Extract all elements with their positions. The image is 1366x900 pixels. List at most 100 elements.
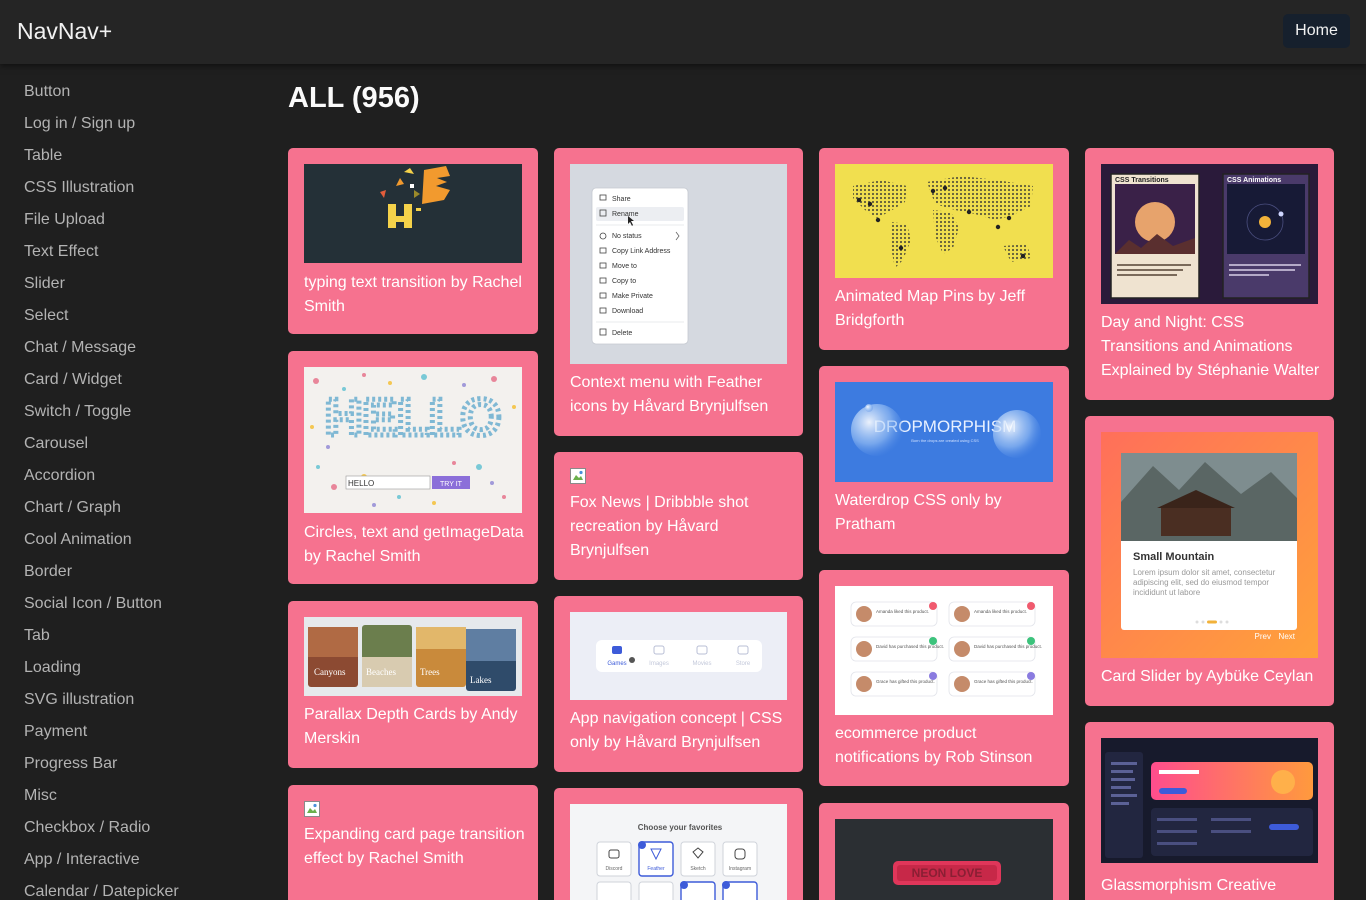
snippet-card[interactable]: Canyons Beaches Trees Lakes Parallax Dep… bbox=[288, 601, 538, 768]
svg-text:Born the drops are created usi: Born the drops are created using CSS bbox=[911, 438, 979, 443]
card-thumbnail: NEON LOVE bbox=[835, 819, 1053, 900]
snippet-card[interactable]: Fox News | Dribbble shot recreation by H… bbox=[554, 452, 803, 580]
sidebar-item-misc[interactable]: Misc bbox=[24, 787, 57, 805]
svg-text:TRY IT: TRY IT bbox=[440, 481, 463, 488]
sidebar-item-switch[interactable]: Switch / Toggle bbox=[24, 403, 131, 421]
card-title: ecommerce product notifications by Rob S… bbox=[835, 725, 1033, 766]
card-thumbnail: CSS Transitions CSS Animations bbox=[1101, 164, 1318, 304]
svg-text:Trees: Trees bbox=[420, 667, 440, 677]
svg-text:Beaches: Beaches bbox=[366, 667, 396, 677]
card-thumbnail: DROPMORPHISM Born the drops are created … bbox=[835, 382, 1053, 482]
snippet-card[interactable]: Amanda liked this product. Amanda liked t… bbox=[819, 570, 1069, 786]
svg-text:Download: Download bbox=[612, 308, 643, 315]
sidebar-item-text-effect[interactable]: Text Effect bbox=[24, 243, 98, 261]
sidebar-item-app[interactable]: App / Interactive bbox=[24, 851, 140, 869]
sidebar-item-cool-animation[interactable]: Cool Animation bbox=[24, 531, 132, 549]
top-navbar: NavNav+ Home bbox=[0, 0, 1366, 64]
card-thumbnail: Games Images Movies Store bbox=[570, 612, 787, 700]
snippet-card[interactable]: DROPMORPHISM Born the drops are created … bbox=[819, 366, 1069, 554]
sidebar-item-table[interactable]: Table bbox=[24, 147, 62, 165]
sidebar-item-payment[interactable]: Payment bbox=[24, 723, 87, 741]
snippet-card[interactable]: Small Mountain Lorem ipsum dolor sit ame… bbox=[1085, 416, 1334, 706]
card-thumbnail: Choose your favorites Discord Feather Sk… bbox=[570, 804, 787, 900]
svg-text:Delete: Delete bbox=[612, 330, 632, 337]
snippet-card[interactable]: Games Images Movies Store App navigation… bbox=[554, 596, 803, 772]
sidebar-item-progress-bar[interactable]: Progress Bar bbox=[24, 755, 117, 773]
sidebar-item-file-upload[interactable]: File Upload bbox=[24, 211, 105, 229]
svg-text:NEON LOVE: NEON LOVE bbox=[912, 866, 983, 880]
brand-logo[interactable]: NavNav+ bbox=[17, 18, 112, 45]
snippet-card[interactable]: Expanding card page transition effect by… bbox=[288, 785, 538, 900]
sidebar-item-carousel[interactable]: Carousel bbox=[24, 435, 88, 453]
card-thumbnail bbox=[1101, 738, 1318, 863]
card-title: Day and Night: CSS Transitions and Anima… bbox=[1101, 314, 1320, 379]
sidebar-item-slider[interactable]: Slider bbox=[24, 275, 65, 293]
svg-text:Prev: Prev bbox=[1255, 632, 1271, 641]
svg-text:Movies: Movies bbox=[692, 661, 711, 667]
card-thumbnail: Amanda liked this product. Amanda liked t… bbox=[835, 586, 1053, 715]
sidebar-item-login[interactable]: Log in / Sign up bbox=[24, 115, 135, 133]
sidebar-item-chart[interactable]: Chart / Graph bbox=[24, 499, 121, 517]
svg-text:Sketch: Sketch bbox=[690, 866, 706, 872]
svg-text:Feather: Feather bbox=[647, 866, 665, 872]
svg-text:Store: Store bbox=[736, 661, 751, 667]
card-thumbnail bbox=[835, 164, 1053, 278]
svg-text:Rename: Rename bbox=[612, 211, 639, 218]
snippet-card[interactable]: CSS Transitions CSS Animations Day and N… bbox=[1085, 148, 1334, 400]
svg-text:Instagram: Instagram bbox=[729, 866, 751, 872]
card-title: Parallax Depth Cards by Andy Merskin bbox=[304, 706, 518, 747]
sidebar-item-social-icon[interactable]: Social Icon / Button bbox=[24, 595, 162, 613]
sidebar-item-select[interactable]: Select bbox=[24, 307, 68, 325]
page-title: ALL (956) bbox=[288, 82, 420, 114]
card-thumbnail: HELLO HELLO TRY IT bbox=[304, 367, 522, 513]
snippet-card[interactable]: NEON LOVE bbox=[819, 803, 1069, 900]
sidebar-item-chat[interactable]: Chat / Message bbox=[24, 339, 136, 357]
sidebar-item-tab[interactable]: Tab bbox=[24, 627, 50, 645]
sidebar-item-loading[interactable]: Loading bbox=[24, 659, 81, 677]
card-title: Glassmorphism Creative bbox=[1101, 877, 1277, 894]
card-thumbnail: Small Mountain Lorem ipsum dolor sit ame… bbox=[1101, 432, 1318, 658]
sidebar-item-button[interactable]: Button bbox=[24, 83, 70, 101]
sidebar-item-card[interactable]: Card / Widget bbox=[24, 371, 122, 389]
sidebar-item-css-illustration[interactable]: CSS Illustration bbox=[24, 179, 134, 197]
card-thumbnail: Canyons Beaches Trees Lakes bbox=[304, 617, 522, 696]
svg-text:Next: Next bbox=[1279, 632, 1296, 641]
snippet-card[interactable]: Choose your favorites Discord Feather Sk… bbox=[554, 788, 803, 900]
snippet-card[interactable]: HELLO HELLO TRY IT Circles, text and get… bbox=[288, 351, 538, 584]
broken-image-icon bbox=[570, 468, 586, 484]
card-title: Card Slider by Aybüke Ceylan bbox=[1101, 668, 1314, 685]
svg-text:Canyons: Canyons bbox=[314, 667, 346, 677]
svg-text:Images: Images bbox=[649, 661, 669, 667]
sidebar-item-checkbox[interactable]: Checkbox / Radio bbox=[24, 819, 150, 837]
svg-text:No status: No status bbox=[612, 233, 642, 240]
card-thumbnail: Share Rename No status Copy Link Address… bbox=[570, 164, 787, 364]
svg-text:Copy to: Copy to bbox=[612, 278, 636, 285]
sidebar-item-calendar[interactable]: Calendar / Datepicker bbox=[24, 883, 179, 900]
svg-text:Move to: Move to bbox=[612, 263, 637, 270]
card-title: typing text transition by Rachel Smith bbox=[304, 274, 522, 315]
card-title: Context menu with Feather icons by Håvar… bbox=[570, 374, 769, 415]
svg-text:Games: Games bbox=[607, 661, 626, 667]
svg-text:Make Private: Make Private bbox=[612, 293, 653, 300]
svg-text:Choose your favorites: Choose your favorites bbox=[638, 823, 723, 832]
snippet-card[interactable]: Animated Map Pins by Jeff Bridgforth bbox=[819, 148, 1069, 350]
sidebar-item-accordion[interactable]: Accordion bbox=[24, 467, 95, 485]
card-thumbnail bbox=[304, 164, 522, 263]
svg-text:Amanda liked this product.: Amanda liked this product. bbox=[974, 609, 1027, 614]
snippet-card[interactable]: Glassmorphism Creative bbox=[1085, 722, 1334, 900]
category-sidebar: Button Log in / Sign up Table CSS Illust… bbox=[0, 64, 250, 900]
svg-text:Grace has gifted this product.: Grace has gifted this product. bbox=[974, 679, 1033, 684]
card-title: Waterdrop CSS only by Pratham bbox=[835, 492, 1002, 533]
svg-text:Small Mountain: Small Mountain bbox=[1133, 551, 1215, 563]
svg-text:Discord: Discord bbox=[606, 866, 623, 872]
card-title: Expanding card page transition effect by… bbox=[304, 826, 525, 867]
hello-illustration-word: HELLO bbox=[325, 389, 501, 447]
snippet-card[interactable]: Share Rename No status Copy Link Address… bbox=[554, 148, 803, 436]
snippet-card[interactable]: typing text transition by Rachel Smith bbox=[288, 148, 538, 334]
home-button[interactable]: Home bbox=[1283, 14, 1350, 48]
sidebar-item-svg-illustration[interactable]: SVG illustration bbox=[24, 691, 134, 709]
sidebar-item-border[interactable]: Border bbox=[24, 563, 72, 581]
svg-text:CSS Animations: CSS Animations bbox=[1227, 177, 1281, 184]
svg-text:Copy Link Address: Copy Link Address bbox=[612, 248, 671, 255]
card-title: App navigation concept | CSS only by Håv… bbox=[570, 710, 783, 751]
